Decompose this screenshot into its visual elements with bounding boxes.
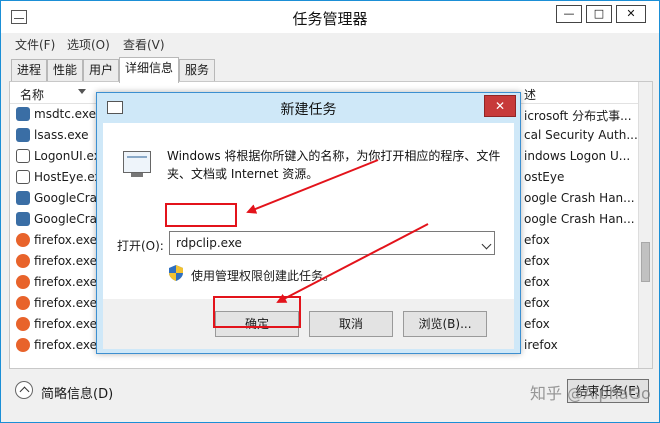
tab-users[interactable]: 用户: [83, 59, 119, 81]
title-bar[interactable]: 任务管理器 — □ ✕: [1, 1, 659, 33]
admin-privilege-note[interactable]: 使用管理权限创建此任务。: [191, 267, 335, 284]
firefox-icon: [16, 275, 30, 289]
process-name: msdtc.exe: [34, 107, 96, 121]
process-description: efox: [524, 317, 550, 331]
process-description: efox: [524, 233, 550, 247]
ok-highlight-box: [213, 296, 301, 328]
new-task-dialog: 新建任务 ✕ Windows 将根据你所键入的名称，为你打开相应的程序、文件夹、…: [96, 92, 521, 354]
window-icon: [16, 149, 30, 163]
browse-button[interactable]: 浏览(B)...: [403, 311, 487, 337]
process-description: efox: [524, 254, 550, 268]
scrollbar-thumb[interactable]: [641, 242, 650, 282]
firefox-icon: [16, 233, 30, 247]
watermark: 知乎 @AlphaGo: [530, 384, 651, 403]
process-description: oogle Crash Han...: [524, 212, 635, 226]
dialog-button-bar: 确定 取消 浏览(B)...: [103, 299, 514, 349]
vertical-scrollbar[interactable]: [638, 82, 652, 368]
process-description: ostEye: [524, 170, 565, 184]
uac-shield-icon: [169, 265, 183, 281]
process-name: firefox.exe: [34, 296, 98, 310]
command-value: rdpclip.exe: [176, 236, 242, 250]
tab-performance[interactable]: 性能: [47, 59, 83, 81]
process-name: LogonUI.ex: [34, 149, 101, 163]
process-name: firefox.exe: [34, 233, 98, 247]
dialog-title-bar[interactable]: 新建任务 ✕: [97, 93, 520, 123]
process-name: firefox.exe: [34, 317, 98, 331]
service-icon: [16, 128, 30, 142]
process-name: firefox.exe: [34, 275, 98, 289]
process-description: cal Security Auth...: [524, 128, 638, 142]
process-description: icrosoft 分布式事...: [524, 109, 632, 123]
collapse-icon[interactable]: [15, 381, 33, 399]
cancel-button[interactable]: 取消: [309, 311, 393, 337]
dialog-body: Windows 将根据你所键入的名称，为你打开相应的程序、文件夹、文档或 Int…: [103, 123, 514, 349]
column-name[interactable]: 名称: [20, 86, 44, 103]
menu-bar: 文件(F) 选项(O) 查看(V): [1, 33, 659, 55]
service-icon: [16, 107, 30, 121]
tab-processes[interactable]: 进程: [11, 59, 47, 81]
run-program-icon: [121, 149, 153, 179]
dialog-close-button[interactable]: ✕: [484, 95, 516, 117]
fewer-details-link[interactable]: 简略信息(D): [41, 383, 113, 402]
tab-services[interactable]: 服务: [179, 59, 215, 81]
process-name: lsass.exe: [34, 128, 89, 142]
open-label: 打开(O):: [117, 239, 164, 253]
process-name: firefox.exe: [34, 254, 98, 268]
process-description: oogle Crash Han...: [524, 191, 635, 205]
menu-options[interactable]: 选项(O): [67, 36, 110, 53]
dialog-description: Windows 将根据你所键入的名称，为你打开相应的程序、文件夹、文档或 Int…: [167, 149, 501, 181]
service-icon: [16, 191, 30, 205]
window-icon: [16, 170, 30, 184]
firefox-icon: [16, 338, 30, 352]
chevron-down-icon[interactable]: [481, 239, 492, 250]
firefox-icon: [16, 254, 30, 268]
process-description: irefox: [524, 338, 558, 352]
minimize-button[interactable]: —: [556, 5, 582, 23]
command-input[interactable]: rdpclip.exe: [169, 231, 495, 255]
tab-details[interactable]: 详细信息: [119, 57, 179, 83]
service-icon: [16, 212, 30, 226]
process-description: indows Logon U...: [524, 149, 631, 163]
close-button[interactable]: ✕: [616, 5, 646, 23]
column-description[interactable]: 述: [524, 86, 536, 103]
process-name: GoogleCras: [34, 212, 104, 226]
firefox-icon: [16, 296, 30, 310]
process-description: efox: [524, 275, 550, 289]
process-name: GoogleCras: [34, 191, 104, 205]
process-description: efox: [524, 296, 550, 310]
menu-file[interactable]: 文件(F): [15, 36, 55, 53]
command-highlight-box: [165, 203, 237, 227]
maximize-button[interactable]: □: [586, 5, 612, 23]
firefox-icon: [16, 317, 30, 331]
dialog-title: 新建任务: [280, 102, 337, 118]
process-name: firefox.exe: [34, 338, 98, 352]
menu-view[interactable]: 查看(V): [123, 36, 165, 53]
sort-descending-icon: [78, 89, 86, 94]
